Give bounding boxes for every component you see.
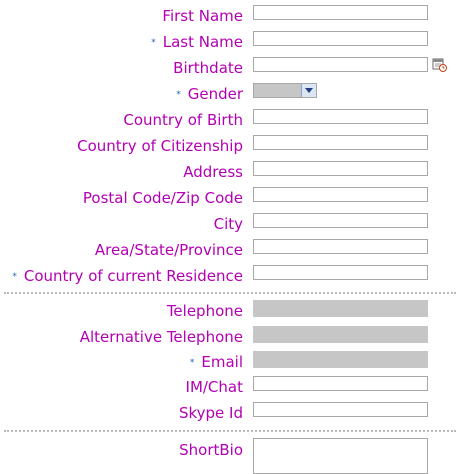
row-city: City [0,211,458,237]
row-country-of-citizenship: Country of Citizenship [0,133,458,159]
telephone-field[interactable] [253,300,428,317]
row-last-name: * Last Name [0,29,458,55]
address-field[interactable] [253,161,428,176]
country-of-residence-label: * Country of current Residence [12,267,243,285]
country-of-birth-field[interactable] [253,109,428,124]
row-im-chat: IM/Chat [0,374,458,400]
required-marker: * [176,90,181,100]
skype-id-label: Skype Id [178,404,243,422]
im-chat-field[interactable] [253,376,428,391]
city-field[interactable] [253,213,428,228]
row-postal-code: Postal Code/Zip Code [0,185,458,211]
row-short-bio: ShortBio [0,437,458,474]
email-label: * Email [189,353,243,371]
city-label: City [213,215,243,233]
postal-code-label: Postal Code/Zip Code [82,189,243,207]
required-marker: * [151,38,156,48]
im-chat-label: IM/Chat [185,378,243,396]
row-alternative-telephone: Alternative Telephone [0,324,458,350]
row-address: Address [0,159,458,185]
last-name-label: * Last Name [151,33,243,51]
gender-label: * Gender [176,85,243,103]
calendar-icon[interactable] [432,57,447,72]
row-gender: * Gender [0,81,458,107]
gender-select[interactable] [253,83,317,98]
short-bio-textarea[interactable] [253,438,428,474]
email-field[interactable] [253,351,428,368]
country-of-residence-field[interactable] [253,265,428,280]
country-of-birth-label: Country of Birth [123,111,243,129]
chevron-down-icon[interactable] [301,84,316,97]
row-telephone: Telephone [0,298,458,324]
row-email: * Email [0,349,458,375]
section-divider [4,430,456,432]
skype-id-field[interactable] [253,402,428,417]
address-label: Address [183,163,243,181]
short-bio-label: ShortBio [179,441,243,459]
alternative-telephone-field[interactable] [253,326,428,343]
first-name-field[interactable] [253,5,428,20]
row-birthdate: Birthdate [0,55,458,81]
country-of-citizenship-field[interactable] [253,135,428,150]
country-of-citizenship-label: Country of Citizenship [77,137,243,155]
row-country-of-birth: Country of Birth [0,107,458,133]
alternative-telephone-label: Alternative Telephone [79,328,243,346]
last-name-field[interactable] [253,31,428,46]
row-country-of-residence: * Country of current Residence [0,263,458,289]
section-divider [4,292,456,294]
row-skype-id: Skype Id [0,400,458,426]
telephone-label: Telephone [166,302,243,320]
first-name-label: First Name [162,7,243,25]
row-first-name: First Name [0,3,458,29]
birthdate-field[interactable] [253,57,428,72]
area-state-province-field[interactable] [253,239,428,254]
area-state-province-label: Area/State/Province [94,241,243,259]
required-marker: * [189,358,195,368]
postal-code-field[interactable] [253,187,428,202]
row-area-state-province: Area/State/Province [0,237,458,263]
required-marker: * [12,272,17,282]
birthdate-label: Birthdate [173,59,243,77]
